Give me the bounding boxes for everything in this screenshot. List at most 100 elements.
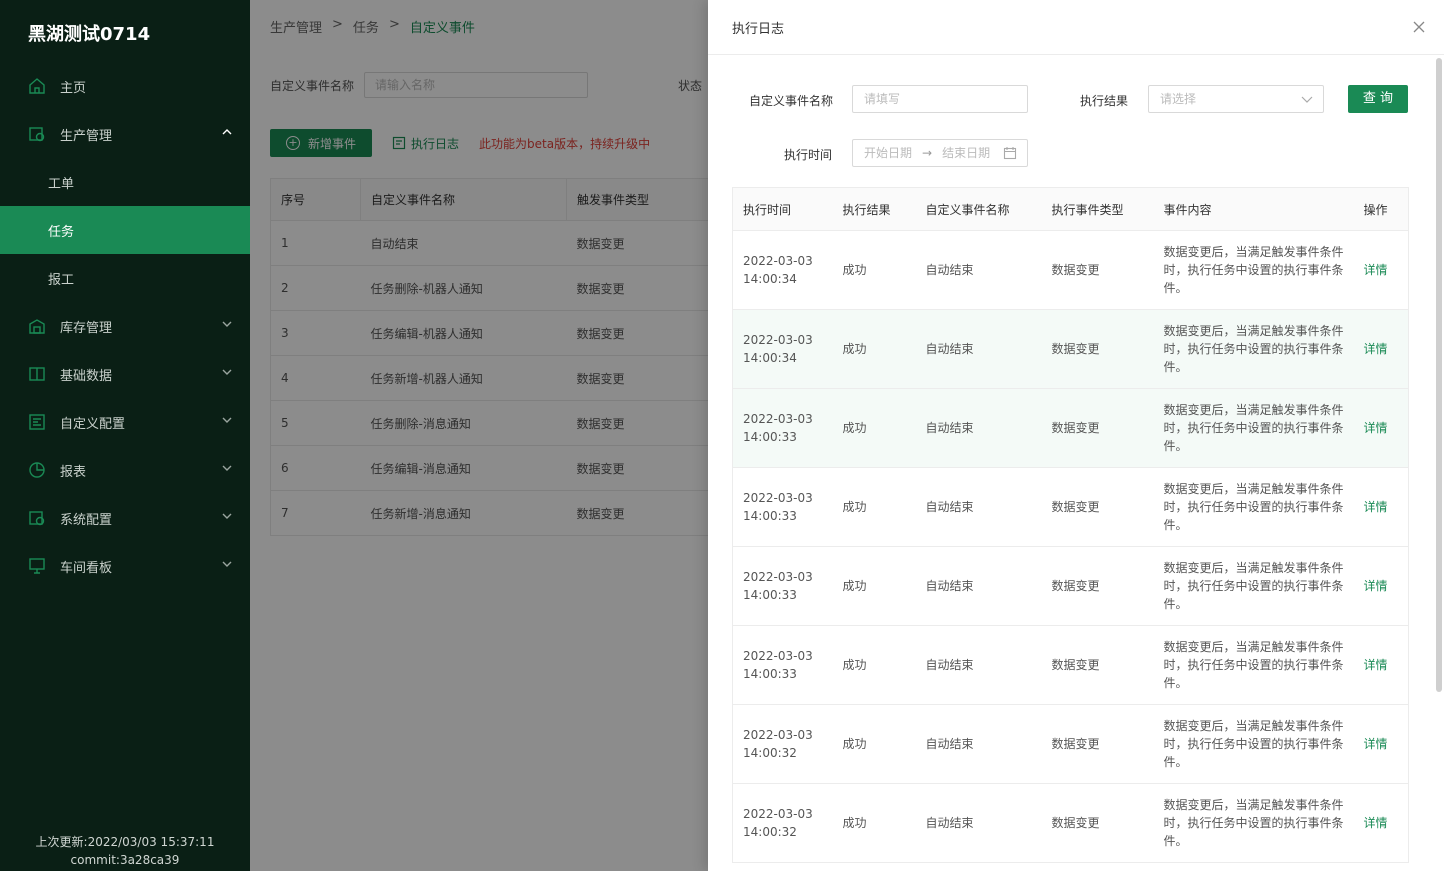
sidebar-item-label: 基础数据 (60, 368, 113, 384)
chevron-down-icon (222, 369, 232, 375)
date-range-picker[interactable]: 开始日期 → 结束日期 (852, 139, 1028, 167)
sidebar-item-reports[interactable]: 报表 (0, 446, 250, 494)
detail-link[interactable]: 详情 (1353, 625, 1409, 705)
cell-type: 数据变更 (1041, 309, 1154, 389)
chevron-down-icon (222, 417, 232, 423)
drawer-name-input[interactable]: 请填写 (852, 85, 1028, 113)
sidebar-item-workorder[interactable]: 工单 (0, 158, 250, 206)
sidebar-item-home[interactable]: 主页 (0, 62, 250, 110)
commit-text: commit:3a28ca39 (70, 853, 180, 867)
start-date-input[interactable]: 开始日期 (864, 140, 912, 166)
cell-result: 成功 (832, 625, 916, 705)
table-row: 2022-03-03 14:00:33 成功 自动结束 数据变更 数据变更后，当满足触发事… (732, 467, 1409, 547)
cell-date: 2022-03-03 (743, 570, 813, 584)
chevron-down-icon (222, 465, 232, 471)
cell-date: 2022-03-03 (743, 333, 813, 347)
close-icon[interactable] (1412, 20, 1426, 34)
table-row: 2022-03-03 14:00:34 成功 自动结束 数据变更 数据变更后，当满足触发事… (732, 230, 1409, 310)
brand-title: 黑湖测试0714 (28, 24, 151, 45)
sidebar-item-label: 自定义配置 (60, 416, 126, 432)
cell-time: 2022-03-03 14:00:33 (732, 467, 833, 547)
chevron-down-icon (222, 321, 232, 327)
result-select-placeholder: 请选择 (1160, 92, 1197, 106)
query-button[interactable]: 查 询 (1348, 85, 1408, 113)
cell-content: 数据变更后，当满足触发事件条件时，执行任务中设置的执行事件条件。 (1153, 546, 1354, 626)
cell-name: 自动结束 (915, 783, 1042, 863)
cell-date: 2022-03-03 (743, 491, 813, 505)
drawer-result-select[interactable]: 请选择 (1148, 85, 1324, 113)
sidebar-item-custom-config[interactable]: 自定义配置 (0, 398, 250, 446)
cell-clock: 14:00:32 (743, 746, 797, 760)
production-icon (28, 125, 46, 143)
table-row: 2022-03-03 14:00:32 成功 自动结束 数据变更 数据变更后，当满足触发事… (732, 704, 1409, 784)
cell-time: 2022-03-03 14:00:32 (732, 783, 833, 863)
detail-link[interactable]: 详情 (1353, 388, 1409, 468)
drawer-time-label: 执行时间 (784, 148, 833, 162)
sidebar-item-task[interactable]: 任务 (0, 206, 250, 254)
cell-time: 2022-03-03 14:00:32 (732, 704, 833, 784)
sidebar-item-report-work[interactable]: 报工 (0, 254, 250, 302)
detail-link[interactable]: 详情 (1353, 309, 1409, 389)
cell-date: 2022-03-03 (743, 807, 813, 821)
cell-date: 2022-03-03 (743, 728, 813, 742)
cell-content: 数据变更后，当满足触发事件条件时，执行任务中设置的执行事件条件。 (1153, 704, 1354, 784)
drawer-title: 执行日志 (732, 21, 785, 37)
sidebar-item-basic-data[interactable]: 基础数据 (0, 350, 250, 398)
cell-type: 数据变更 (1041, 546, 1154, 626)
sidebar-item-label: 系统配置 (60, 512, 113, 528)
detail-link[interactable]: 详情 (1353, 546, 1409, 626)
cell-clock: 14:00:33 (743, 667, 797, 681)
cell-type: 数据变更 (1041, 230, 1154, 310)
cell-clock: 14:00:34 (743, 272, 797, 286)
chevron-up-icon (222, 129, 232, 135)
cell-date: 2022-03-03 (743, 412, 813, 426)
column-header: 执行结果 (832, 187, 916, 231)
cell-clock: 14:00:33 (743, 430, 797, 444)
sidebar-item-system-config[interactable]: 系统配置 (0, 494, 250, 542)
calendar-icon (1003, 147, 1017, 160)
cell-time: 2022-03-03 14:00:34 (732, 230, 833, 310)
cell-content: 数据变更后，当满足触发事件条件时，执行任务中设置的执行事件条件。 (1153, 309, 1354, 389)
cell-time: 2022-03-03 14:00:34 (732, 309, 833, 389)
cell-content: 数据变更后，当满足触发事件条件时，执行任务中设置的执行事件条件。 (1153, 388, 1354, 468)
warehouse-icon (28, 317, 46, 335)
detail-link[interactable]: 详情 (1353, 230, 1409, 310)
modal-mask[interactable] (250, 0, 708, 871)
sidebar-item-label: 报工 (48, 272, 75, 288)
detail-link[interactable]: 详情 (1353, 783, 1409, 863)
cell-type: 数据变更 (1041, 388, 1154, 468)
column-header: 操作 (1353, 187, 1409, 231)
cell-clock: 14:00:34 (743, 351, 797, 365)
sidebar-item-workshop-board[interactable]: 车间看板 (0, 542, 250, 590)
cell-name: 自动结束 (915, 230, 1042, 310)
cell-type: 数据变更 (1041, 704, 1154, 784)
table-row: 2022-03-03 14:00:33 成功 自动结束 数据变更 数据变更后，当满足触发事… (732, 546, 1409, 626)
table-row: 2022-03-03 14:00:32 成功 自动结束 数据变更 数据变更后，当满足触发事… (732, 783, 1409, 863)
chevron-down-icon (222, 513, 232, 519)
cell-result: 成功 (832, 467, 916, 547)
cell-content: 数据变更后，当满足触发事件条件时，执行任务中设置的执行事件条件。 (1153, 467, 1354, 547)
cell-clock: 14:00:32 (743, 825, 797, 839)
detail-link[interactable]: 详情 (1353, 704, 1409, 784)
column-header: 执行时间 (732, 187, 833, 231)
sidebar-item-label: 主页 (60, 80, 87, 96)
log-table: 执行时间 执行结果 自定义事件名称 执行事件类型 事件内容 操作 2022-03… (732, 187, 1409, 863)
detail-link[interactable]: 详情 (1353, 467, 1409, 547)
cell-name: 自动结束 (915, 467, 1042, 547)
cell-clock: 14:00:33 (743, 509, 797, 523)
sidebar-item-label: 库存管理 (60, 320, 113, 336)
book-icon (28, 365, 46, 383)
cell-result: 成功 (832, 704, 916, 784)
table-row: 2022-03-03 14:00:33 成功 自动结束 数据变更 数据变更后，当满足触发事… (732, 388, 1409, 468)
version-info: 上次更新:2022/03/03 15:37:11 commit:3a28ca39 (0, 833, 250, 871)
drawer-scrollbar[interactable] (1436, 58, 1442, 692)
monitor-icon (28, 557, 46, 575)
sidebar-item-inventory[interactable]: 库存管理 (0, 302, 250, 350)
sidebar-item-label: 报表 (60, 464, 87, 480)
cell-type: 数据变更 (1041, 783, 1154, 863)
cell-time: 2022-03-03 14:00:33 (732, 625, 833, 705)
end-date-input[interactable]: 结束日期 (942, 140, 990, 166)
chevron-down-icon (222, 561, 232, 567)
sidebar-item-production[interactable]: 生产管理 (0, 110, 250, 158)
cell-name: 自动结束 (915, 388, 1042, 468)
